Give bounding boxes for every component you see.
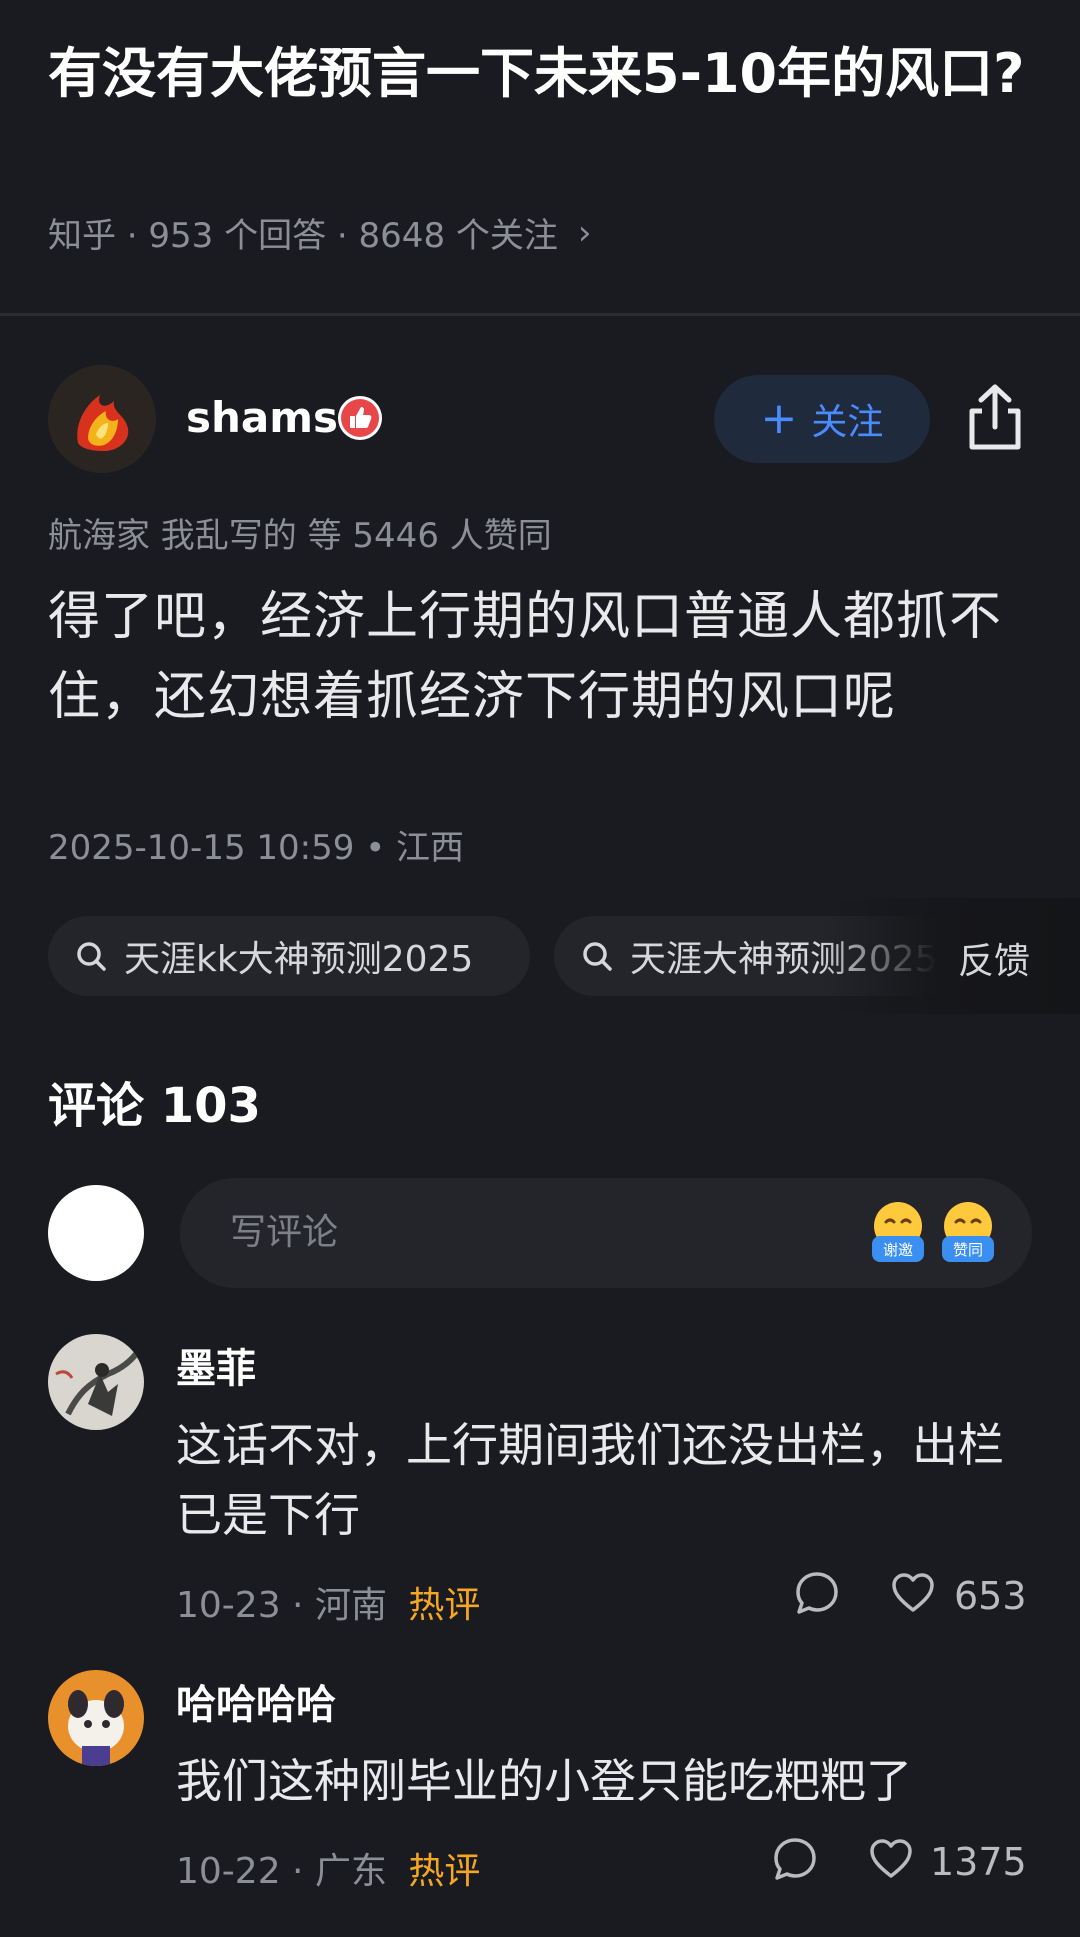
like-count: 653 [954,1574,1027,1618]
search-chip[interactable]: 天涯kk大神预测2025 [48,916,530,996]
comment-meta: 10-23 · 河南 热评 [176,1576,480,1628]
like-count: 1375 [930,1840,1027,1884]
cartoon-dog-avatar-icon [48,1670,144,1766]
zhihu-answer-page: 有没有大佬预言一下未来5-10年的风口? 知乎 · 953 个回答 · 8648… [0,0,1080,1937]
comment-user-name[interactable]: 哈哈哈哈 [176,1672,336,1730]
answer-time-location: 2025-10-15 10:59 • 江西 [48,828,465,868]
search-chip-label: 天涯kk大神预测2025 [124,939,474,980]
header-divider [0,313,1080,316]
comments-title: 评论 103 [48,1078,261,1134]
answer-text: 得了吧，经济上行期的风口普通人都抓不住，还幻想着抓经济下行期的风口呢 [48,587,1003,727]
author-avatar[interactable] [48,365,156,473]
comment-text: 我们这种刚毕业的小登只能吃粑粑了 [176,1754,912,1808]
dragon-logo-icon [48,365,156,473]
comment-user-name[interactable]: 墨菲 [176,1336,256,1394]
comment-date-location: 10-23 · 河南 [176,1585,387,1626]
endorsement-text[interactable]: 航海家 我乱写的 等 5446 人赞同 [48,508,552,557]
reply-icon[interactable] [772,1836,818,1882]
question-meta[interactable]: 知乎 · 953 个回答 · 8648 个关注 › [48,208,592,257]
share-icon[interactable] [964,381,1026,453]
comment-meta: 10-22 · 广东 热评 [176,1842,480,1894]
agree-emoji-label: 赞同 [953,1241,983,1259]
thanks-emoji-label: 谢邀 [883,1241,913,1259]
plus-icon: + [760,393,798,444]
question-meta-text: 知乎 · 953 个回答 · 8648 个关注 [48,216,558,256]
follow-label: 关注 [811,402,884,443]
follow-button[interactable]: + 关注 [714,375,930,463]
comment-text: 这话不对，上行期间我们还没出栏，出栏已是下行 [176,1418,1004,1542]
comment-avatar[interactable] [48,1334,144,1430]
reply-icon[interactable] [794,1570,840,1616]
feedback-button[interactable]: 反馈 [958,932,1030,984]
question-title[interactable]: 有没有大佬预言一下未来5-10年的风口? [48,36,1028,112]
hot-comment-badge: 热评 [408,1851,481,1892]
comment-date-location: 10-22 · 广东 [176,1851,387,1892]
agree-emoji-icon[interactable]: 赞同 [936,1198,1000,1268]
search-icon [77,942,106,971]
chevron-right-icon: › [577,212,592,253]
thanks-emoji-icon[interactable]: 谢邀 [866,1198,930,1268]
ink-painting-avatar-icon [48,1334,144,1430]
feedback-fade-overlay [820,898,1080,1014]
comment-avatar[interactable] [48,1670,144,1766]
hot-comment-badge: 热评 [408,1585,481,1626]
thumbs-up-badge-icon [338,396,382,440]
search-icon [583,942,612,971]
my-avatar[interactable] [48,1185,144,1281]
heart-icon[interactable] [890,1572,936,1614]
heart-icon[interactable] [868,1838,914,1880]
author-name[interactable]: shams [186,393,338,442]
